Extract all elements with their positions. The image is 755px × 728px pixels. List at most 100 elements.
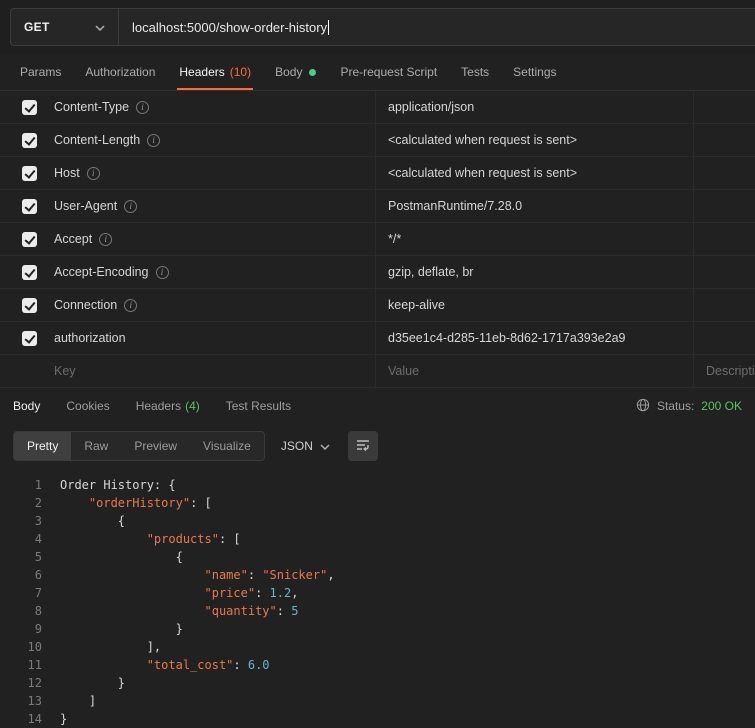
code-line: 10 ], [0, 638, 755, 656]
headers-table: Content-Type i application/json Content-Len… [0, 90, 755, 388]
url-text: localhost:5000/show-order-history [132, 19, 328, 35]
view-tab-preview[interactable]: Preview [121, 432, 190, 460]
code-content: "total_cost": 6.0 [42, 656, 270, 674]
line-number: 14 [27, 712, 42, 726]
line-number: 6 [34, 568, 42, 582]
code-token-plain: } [60, 676, 126, 690]
checkbox-cell [0, 322, 54, 354]
view-tab-raw[interactable]: Raw [71, 432, 121, 460]
method-select[interactable]: GET [11, 9, 119, 45]
tab-headers[interactable]: Headers (10) [167, 54, 263, 90]
header-row: Accept i */* [0, 223, 755, 256]
header-value-cell[interactable]: d35ee1c4-d285-11eb-8d62-1717a393e2a9 [375, 322, 693, 354]
header-checkbox[interactable] [22, 198, 37, 214]
header-row: authorization d35ee1c4-d285-11eb-8d62-171… [0, 322, 755, 355]
code-token-plain: : [ [190, 496, 212, 510]
tab-label: Settings [513, 65, 557, 79]
header-checkbox[interactable] [22, 231, 37, 247]
url-input[interactable]: localhost:5000/show-order-history [119, 9, 755, 45]
tab-authorization[interactable]: Authorization [73, 54, 167, 90]
header-value-cell[interactable]: <calculated when request is sent> [375, 124, 693, 156]
tab-tests[interactable]: Tests [449, 54, 501, 90]
header-value-cell[interactable]: keep-alive [375, 289, 693, 321]
header-key-cell[interactable]: User-Agent i [54, 190, 375, 222]
header-value-cell[interactable]: */* [375, 223, 693, 255]
tab-label: Tests [461, 65, 490, 79]
description-placeholder: Description [706, 364, 755, 378]
header-key-cell[interactable]: Connection i [54, 289, 375, 321]
header-checkbox[interactable] [22, 297, 37, 313]
header-description-cell[interactable] [693, 322, 755, 354]
header-value-cell[interactable]: <calculated when request is sent> [375, 157, 693, 189]
code-token-key: "price" [204, 586, 256, 600]
line-number: 7 [34, 586, 42, 600]
code-content: Order History: { [42, 476, 176, 494]
tab-params[interactable]: Params [8, 54, 73, 90]
header-key-cell[interactable]: Accept i [54, 223, 375, 255]
tab-label: Authorization [85, 65, 156, 79]
header-value-text: <calculated when request is sent> [388, 133, 578, 147]
header-value-cell[interactable]: gzip, deflate, br [375, 256, 693, 288]
code-content: "name": "Snicker", [42, 566, 335, 584]
tab-pre-request-script[interactable]: Pre-request Script [328, 54, 449, 90]
view-tab-pretty[interactable]: Pretty [14, 432, 72, 460]
header-key-cell[interactable]: authorization [54, 322, 375, 354]
tab-label: Pre-request Script [340, 65, 438, 79]
method-label: GET [24, 20, 50, 34]
info-icon: i [147, 133, 161, 147]
line-number: 11 [27, 658, 42, 672]
header-value-text: <calculated when request is sent> [388, 166, 578, 180]
format-select[interactable]: JSON [281, 439, 330, 453]
header-checkbox[interactable] [22, 99, 37, 115]
header-checkbox[interactable] [22, 330, 37, 346]
code-line: 8 "quantity": 5 [0, 602, 755, 620]
new-header-description-cell[interactable]: Description [693, 355, 755, 387]
code-line: 9 } [0, 620, 755, 638]
new-header-value-cell[interactable]: Value [375, 355, 693, 387]
header-key-cell[interactable]: Content-Type i [54, 91, 375, 123]
header-value-cell[interactable]: PostmanRuntime/7.28.0 [375, 190, 693, 222]
header-value-text: */* [388, 232, 402, 246]
header-key-cell[interactable]: Accept-Encoding i [54, 256, 375, 288]
checkbox-cell [0, 157, 54, 189]
header-checkbox[interactable] [22, 264, 37, 280]
header-checkbox[interactable] [22, 165, 37, 181]
code-token-plain: Order History: { [60, 478, 176, 492]
line-number: 5 [34, 550, 42, 564]
code-content: } [42, 710, 67, 728]
tab-label: Body [275, 65, 303, 79]
value-placeholder: Value [388, 364, 420, 378]
header-key-cell[interactable]: Host i [54, 157, 375, 189]
response-tab-cookies[interactable]: Cookies [66, 399, 109, 413]
code-token-plain: { [60, 550, 183, 564]
code-content: "price": 1.2, [42, 584, 299, 602]
header-description-cell[interactable] [693, 223, 755, 255]
wrap-text-button[interactable] [347, 431, 378, 461]
header-description-cell[interactable] [693, 256, 755, 288]
code-line: 12 } [0, 674, 755, 692]
header-description-cell[interactable] [693, 289, 755, 321]
response-body-code[interactable]: 1 Order History: {2 "orderHistory": [3 {4… [0, 468, 755, 728]
header-description-cell[interactable] [693, 157, 755, 189]
response-tab-label: Headers [135, 399, 182, 413]
info-icon: i [86, 166, 100, 180]
view-tab-visualize[interactable]: Visualize [190, 432, 264, 460]
tab-settings[interactable]: Settings [501, 54, 568, 90]
request-url-bar: GET localhost:5000/show-order-history [0, 0, 755, 54]
header-key-cell[interactable]: Content-Length i [54, 124, 375, 156]
tab-body[interactable]: Body [263, 54, 328, 90]
header-description-cell[interactable] [693, 190, 755, 222]
header-description-cell[interactable] [693, 91, 755, 123]
header-description-cell[interactable] [693, 124, 755, 156]
code-token-plain: } [60, 712, 68, 726]
header-checkbox[interactable] [22, 132, 37, 148]
response-tab-test-results[interactable]: Test Results [226, 399, 291, 413]
line-number: 12 [27, 676, 42, 690]
code-token-plain: , [327, 568, 335, 582]
header-value-cell[interactable]: application/json [375, 91, 693, 123]
response-tab-headers[interactable]: Headers (4) [136, 399, 200, 413]
response-tab-body[interactable]: Body [13, 399, 40, 413]
code-content: } [42, 620, 183, 638]
new-header-key-cell[interactable]: Key [54, 355, 375, 387]
